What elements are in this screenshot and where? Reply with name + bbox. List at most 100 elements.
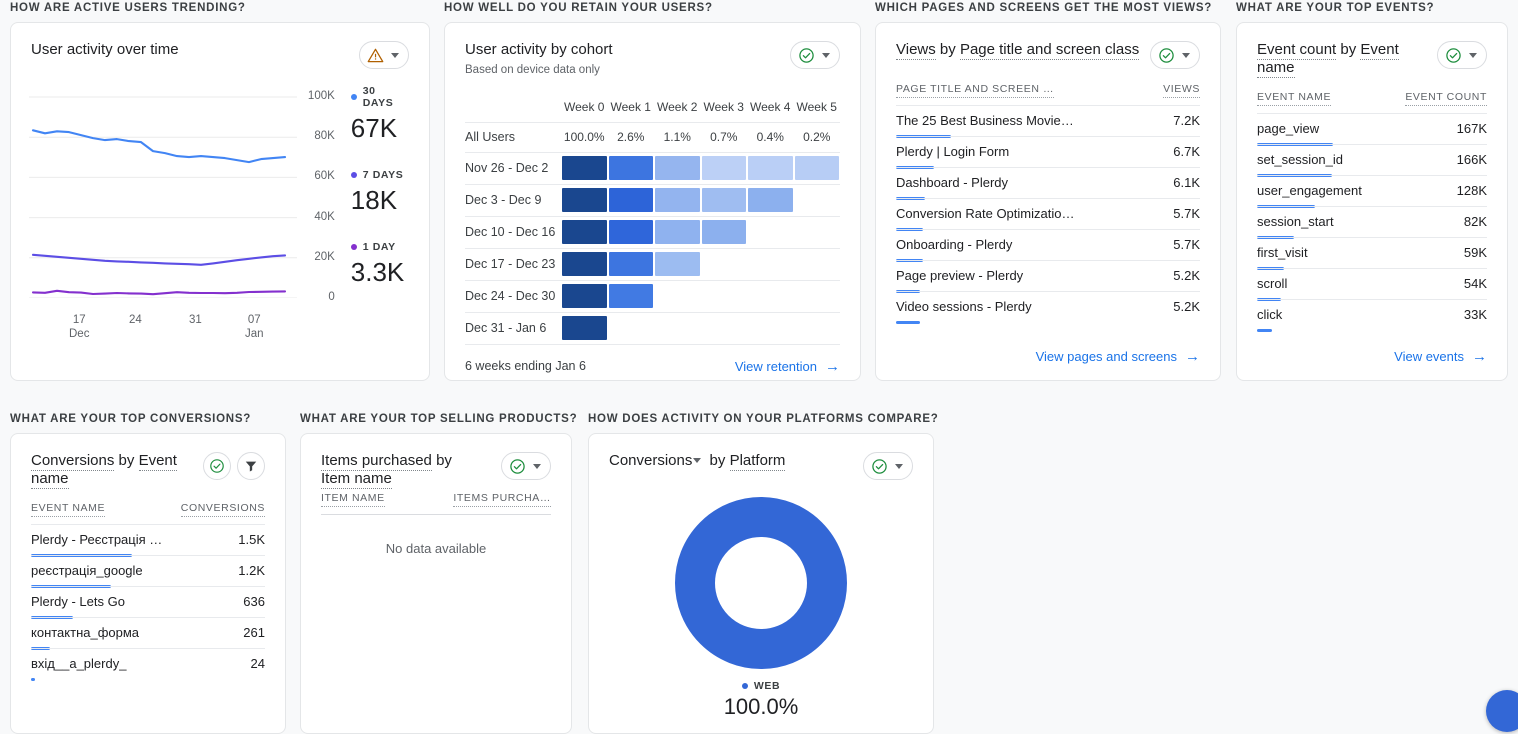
view-pages-and-screens-link[interactable]: View pages and screens → bbox=[1036, 349, 1200, 364]
table-row[interactable]: Page preview - Plerdy 5.2K bbox=[896, 260, 1200, 293]
line-chart-plot bbox=[29, 83, 297, 298]
row-name: user_engagement bbox=[1257, 183, 1362, 198]
table-row[interactable]: click 33K bbox=[1257, 299, 1487, 332]
data-quality-pill-ok[interactable] bbox=[863, 452, 913, 480]
dimension-selector-platform[interactable]: Platform bbox=[729, 452, 786, 471]
data-quality-pill-ok[interactable] bbox=[790, 41, 840, 69]
cohort-cell bbox=[561, 312, 608, 345]
help-floating-action-button[interactable] bbox=[1486, 690, 1518, 732]
cohort-row-label: All Users bbox=[465, 122, 561, 153]
metric-selector-conversions[interactable]: Conversions bbox=[609, 452, 692, 469]
y-tick-40k: 40K bbox=[314, 211, 335, 223]
cohort-corner-cell bbox=[465, 92, 561, 123]
cohort-cell bbox=[700, 184, 747, 217]
column-header-conversions[interactable]: CONVERSIONS bbox=[180, 502, 265, 517]
legend-label-row: 30 DAYS bbox=[350, 85, 409, 109]
cohort-col-week4: Week 4 bbox=[747, 92, 794, 123]
cohort-cell bbox=[654, 184, 701, 217]
dimension-selector-item-name[interactable]: Item name bbox=[321, 470, 392, 489]
section-title-active-users: HOW ARE ACTIVE USERS TRENDING? bbox=[10, 2, 246, 14]
trend-chart-body: 100K 80K 60K 40K 20K 0 30 DAYS 67K 7 DAY… bbox=[11, 69, 429, 313]
donut-chart-wrap: WEB 100.0% bbox=[589, 480, 933, 720]
card-title: Conversions by Event name bbox=[31, 452, 203, 489]
filter-button[interactable] bbox=[237, 452, 265, 480]
column-header-event-name[interactable]: EVENT NAME bbox=[31, 502, 106, 517]
check-circle-icon bbox=[799, 47, 814, 63]
cohort-cell-empty bbox=[654, 312, 701, 345]
table-row: Dec 3 - Dec 9 bbox=[465, 184, 840, 217]
card-header: Views by Page title and screen class bbox=[876, 23, 1220, 69]
column-header-event-name[interactable]: EVENT NAME bbox=[1257, 91, 1332, 106]
cohort-cell bbox=[654, 248, 701, 281]
cohort-cell bbox=[607, 280, 654, 313]
row-value: 24 bbox=[250, 656, 265, 671]
column-header-views[interactable]: VIEWS bbox=[1163, 83, 1200, 98]
row-value: 6.7K bbox=[1173, 144, 1200, 159]
check-circle-icon bbox=[1446, 47, 1461, 63]
metric-selector-event-count[interactable]: Event count bbox=[1257, 41, 1337, 60]
table-row[interactable]: first_visit 59K bbox=[1257, 237, 1487, 270]
table-row[interactable]: user_engagement 128K bbox=[1257, 175, 1487, 208]
card-header: Conversions by Platform bbox=[589, 434, 933, 480]
view-retention-link[interactable]: View retention → bbox=[735, 359, 840, 374]
x-axis-labels: 17 Dec 24 31 07 Jan bbox=[29, 313, 297, 347]
column-header-item-name[interactable]: ITEM NAME bbox=[321, 492, 385, 507]
table-row[interactable]: The 25 Best Business Movie… 7.2K bbox=[896, 105, 1200, 138]
row-name: click bbox=[1257, 307, 1283, 322]
data-quality-pill-ok[interactable] bbox=[1437, 41, 1487, 69]
data-quality-button-ok[interactable] bbox=[203, 452, 231, 480]
arrow-right-icon: → bbox=[1472, 348, 1487, 365]
cohort-cell-empty bbox=[747, 312, 794, 345]
view-events-link[interactable]: View events → bbox=[1394, 349, 1487, 364]
view-events-label: View events bbox=[1394, 349, 1464, 364]
heat-cell bbox=[701, 156, 746, 180]
table-row[interactable]: session_start 82K bbox=[1257, 206, 1487, 239]
metric-selector-conversions[interactable]: Conversions bbox=[31, 452, 115, 471]
heat-cell bbox=[701, 188, 746, 212]
data-quality-pill-ok[interactable] bbox=[1150, 41, 1200, 69]
table-row[interactable]: scroll 54K bbox=[1257, 268, 1487, 301]
table-row[interactable]: Plerdy - Реєстрація … 1.5K bbox=[31, 524, 265, 557]
section-title-platforms: HOW DOES ACTIVITY ON YOUR PLATFORMS COMP… bbox=[588, 413, 939, 425]
table-row[interactable]: Dashboard - Plerdy 6.1K bbox=[896, 167, 1200, 200]
data-quality-pill-warning[interactable] bbox=[359, 41, 409, 69]
table-row[interactable]: set_session_id 166K bbox=[1257, 144, 1487, 177]
cohort-row-label: Dec 17 - Dec 23 bbox=[465, 248, 561, 281]
row-value: 54K bbox=[1463, 276, 1487, 291]
row-bar bbox=[1257, 329, 1272, 332]
column-header-page-title[interactable]: PAGE TITLE AND SCREEN … bbox=[896, 83, 1055, 98]
card-title: User activity over time bbox=[31, 41, 179, 58]
conversions-table: EVENT NAME CONVERSIONS Plerdy - Реєстрац… bbox=[11, 488, 285, 681]
row-name: контактна_форма bbox=[31, 625, 140, 640]
card-top-conversions: Conversions by Event name EVENT NAME CON… bbox=[10, 433, 286, 734]
heat-cell bbox=[562, 316, 607, 340]
dimension-selector-page-title[interactable]: Page title and screen class bbox=[959, 41, 1140, 60]
table-row[interactable]: Plerdy | Login Form 6.7K bbox=[896, 136, 1200, 169]
table-row[interactable]: Onboarding - Plerdy 5.7K bbox=[896, 229, 1200, 262]
table-row[interactable]: page_view 167K bbox=[1257, 113, 1487, 146]
cohort-cell bbox=[700, 152, 747, 185]
row-value: 1.2K bbox=[238, 563, 265, 578]
table-row[interactable]: Conversion Rate Optimizatio… 5.7K bbox=[896, 198, 1200, 231]
section-title-pages: WHICH PAGES AND SCREENS GET THE MOST VIE… bbox=[875, 2, 1213, 14]
chevron-down-icon[interactable] bbox=[693, 457, 702, 463]
table-row[interactable]: контактна_форма 261 bbox=[31, 617, 265, 650]
cohort-cell-empty bbox=[747, 280, 794, 313]
data-quality-pill-ok[interactable] bbox=[501, 452, 551, 480]
title-by-word: by bbox=[118, 452, 135, 469]
table-row[interactable]: Video sessions - Plerdy 5.2K bbox=[896, 291, 1200, 324]
table-row[interactable]: Plerdy - Lets Go 636 bbox=[31, 586, 265, 619]
cohort-cell-empty bbox=[793, 184, 840, 217]
column-header-event-count[interactable]: EVENT COUNT bbox=[1405, 91, 1487, 106]
metric-selector-views[interactable]: Views bbox=[896, 41, 936, 60]
section-title-products: WHAT ARE YOUR TOP SELLING PRODUCTS? bbox=[300, 413, 578, 425]
cohort-footer-note: 6 weeks ending Jan 6 bbox=[465, 359, 586, 373]
table-row[interactable]: реєстрація_google 1.2K bbox=[31, 555, 265, 588]
table-row[interactable]: вхід__a_plerdy_ 24 bbox=[31, 648, 265, 681]
metric-selector-items-purchased[interactable]: Items purchased bbox=[321, 452, 432, 471]
cohort-table: Week 0 Week 1 Week 2 Week 3 Week 4 Week … bbox=[465, 92, 840, 345]
card-title-block: User activity by cohort Based on device … bbox=[465, 41, 613, 76]
card-user-activity-over-time: User activity over time 100K 80K 60K 40K… bbox=[10, 22, 430, 381]
column-header-items-purchased[interactable]: ITEMS PURCHA… bbox=[453, 492, 551, 507]
row-value: 7.2K bbox=[1173, 113, 1200, 128]
